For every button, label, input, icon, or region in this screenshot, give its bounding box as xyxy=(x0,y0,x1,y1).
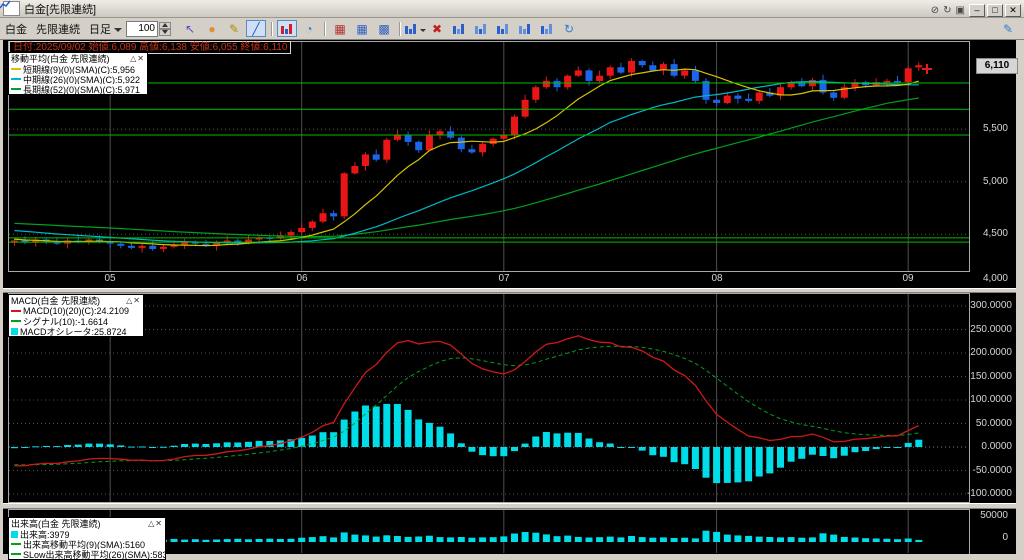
ma-swatch xyxy=(11,78,21,80)
macd-legend[interactable]: MACD(白金 先限連続) △✕ MACD(10)(20)(C):24.2109… xyxy=(8,294,144,337)
ma-legend[interactable]: 移動平均(白金 先限連続) △✕ 短期線(9)(0)(SMA)(C):5,956… xyxy=(8,52,148,95)
ma-legend-row: 短期線(9)(0)(SMA)(C):5,956 xyxy=(9,64,147,74)
ma-swatch xyxy=(11,68,21,70)
ma-legend-row: 中期線(26)(0)(SMA)(C):5,922 xyxy=(9,74,147,84)
macd-legend-label: シグナル(10):-1.6614 xyxy=(23,316,109,327)
legend-controls[interactable]: △✕ xyxy=(130,54,145,63)
macd-axis-label: 50.0000 xyxy=(975,418,1012,429)
ma-legend-label: 長期線(52)(0)(SMA)(C):5,971 xyxy=(23,84,141,95)
macd-axis-label: 250.0000 xyxy=(970,324,1012,335)
chart-canvas[interactable] xyxy=(0,0,1024,554)
month-label: 05 xyxy=(104,273,116,284)
volume-swatch xyxy=(11,543,21,545)
macd-axis-label: 150.0000 xyxy=(970,371,1012,382)
macd-axis-label: -100.0000 xyxy=(966,488,1012,499)
macd-swatch xyxy=(11,320,21,322)
volume-axis-label: 0 xyxy=(1002,532,1008,543)
volume-swatch xyxy=(11,530,18,538)
month-label: 09 xyxy=(902,273,914,284)
macd-axis-label: 200.0000 xyxy=(970,347,1012,358)
macd-axis-label: 0.0000 xyxy=(981,441,1012,452)
macd-swatch xyxy=(11,327,18,335)
volume-legend-row: 出来高移動平均(9)(SMA):5160 xyxy=(9,539,165,549)
macd-axis-label: 300.0000 xyxy=(970,300,1012,311)
ma-legend-label: 短期線(9)(0)(SMA)(C):5,956 xyxy=(23,64,136,75)
volume-legend-label: 出来高移動平均(9)(SMA):5160 xyxy=(23,539,146,550)
month-label: 07 xyxy=(498,273,510,284)
current-price-label: 6,110 xyxy=(976,58,1018,74)
macd-axis-label: -50.0000 xyxy=(972,465,1012,476)
macd-legend-row: MACD(10)(20)(C):24.2109 xyxy=(9,306,143,316)
price-axis-label: 5,500 xyxy=(982,123,1008,134)
price-axis-label: 4,500 xyxy=(982,228,1008,239)
legend-controls[interactable]: △✕ xyxy=(148,519,163,528)
price-axis-bottom-label: 4,000 xyxy=(982,273,1008,284)
ma-legend-label: 中期線(26)(0)(SMA)(C):5,922 xyxy=(23,74,141,85)
month-label: 08 xyxy=(711,273,723,284)
month-label: 06 xyxy=(296,273,308,284)
macd-legend-label: MACDオシレータ:25.8724 xyxy=(20,326,127,337)
ma-swatch xyxy=(11,88,21,90)
macd-axis-label: 100.0000 xyxy=(970,394,1012,405)
macd-legend-row: MACDオシレータ:25.8724 xyxy=(9,326,143,336)
legend-controls[interactable]: △✕ xyxy=(126,296,141,305)
volume-axis-label: 50000 xyxy=(980,510,1008,521)
volume-legend-row: SLow出来高移動平均(26)(SMA):5833 xyxy=(9,549,165,559)
ma-legend-row: 長期線(52)(0)(SMA)(C):5,971 xyxy=(9,84,147,94)
price-axis-label: 5,000 xyxy=(982,176,1008,187)
macd-swatch xyxy=(11,310,21,312)
volume-legend-label: SLow出来高移動平均(26)(SMA):5833 xyxy=(23,549,165,560)
volume-legend-label: 出来高:3979 xyxy=(20,529,70,540)
volume-swatch xyxy=(11,553,21,555)
macd-legend-row: シグナル(10):-1.6614 xyxy=(9,316,143,326)
volume-legend-row: 出来高:3979 xyxy=(9,529,165,539)
macd-legend-label: MACD(10)(20)(C):24.2109 xyxy=(23,306,130,316)
